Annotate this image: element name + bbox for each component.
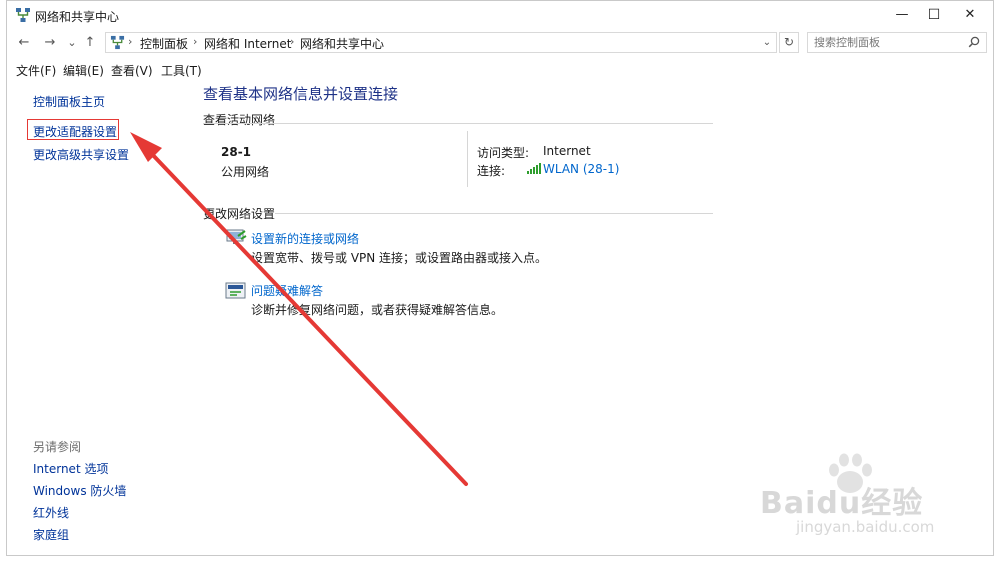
menu-edit[interactable]: 编辑(E) <box>63 62 104 79</box>
see-also-homegroup[interactable]: 家庭组 <box>33 526 69 543</box>
connection-link-wlan[interactable]: WLAN (28-1) <box>543 162 619 176</box>
sidebar-link-change-adapter-settings[interactable]: 更改适配器设置 <box>33 123 117 140</box>
refresh-button[interactable]: ↻ <box>779 32 799 53</box>
menu-tools[interactable]: 工具(T) <box>161 62 202 79</box>
see-also-heading: 另请参阅 <box>33 440 82 454</box>
control-panel-icon <box>110 35 125 50</box>
forward-button[interactable]: → <box>41 34 59 52</box>
wifi-signal-icon <box>527 163 541 174</box>
breadcrumb-separator: › <box>290 35 295 48</box>
menu-bar: 文件(F) 编辑(E) 查看(V) 工具(T) <box>7 59 993 79</box>
search-icon[interactable] <box>968 36 980 48</box>
troubleshoot-icon <box>225 282 246 299</box>
active-networks-label: 查看活动网络 <box>203 113 276 127</box>
search-input[interactable] <box>808 33 964 52</box>
breadcrumb[interactable]: › 控制面板 › 网络和 Internet › 网络和共享中心 ⌄ <box>105 32 777 53</box>
breadcrumb-separator: › <box>193 35 198 48</box>
breadcrumb-separator: › <box>128 35 133 48</box>
see-also-windows-firewall[interactable]: Windows 防火墙 <box>33 482 126 499</box>
network-center-icon <box>16 8 30 22</box>
task-link-setup-connection[interactable]: 设置新的连接或网络 <box>251 230 359 247</box>
access-type-label: 访问类型: <box>477 146 530 160</box>
sidebar-link-change-advanced-sharing[interactable]: 更改高级共享设置 <box>33 146 129 163</box>
network-category[interactable]: 公用网络 <box>221 163 269 180</box>
breadcrumb-sharing-center[interactable]: 网络和共享中心 <box>300 35 384 52</box>
recent-locations-button[interactable]: ⌄ <box>63 34 81 52</box>
breadcrumb-network-internet[interactable]: 网络和 Internet <box>204 35 291 52</box>
title-bar: 网络和共享中心 — ☐ ✕ <box>7 1 993 29</box>
see-also-infrared[interactable]: 红外线 <box>33 504 69 521</box>
menu-view[interactable]: 查看(V) <box>111 62 153 79</box>
network-divider <box>467 131 468 187</box>
address-bar: ← → ⌄ ↑ › 控制面板 › 网络和 Internet › 网络和共享中心 … <box>7 29 993 57</box>
back-button[interactable]: ← <box>15 34 33 52</box>
section-divider <box>275 213 713 214</box>
up-button[interactable]: ↑ <box>81 34 99 52</box>
watermark-url-text: jingyan.baidu.com <box>796 518 935 536</box>
network-setup-icon <box>226 229 247 244</box>
search-box[interactable] <box>807 32 987 53</box>
watermark-main-text: Baidu经验 <box>760 486 924 521</box>
close-button[interactable]: ✕ <box>947 1 993 29</box>
network-name: 28-1 <box>221 145 252 159</box>
task-desc-setup-connection: 设置宽带、拨号或 VPN 连接；或设置路由器或接入点。 <box>251 251 548 265</box>
breadcrumb-control-panel[interactable]: 控制面板 <box>140 35 188 52</box>
section-divider <box>203 123 713 124</box>
task-desc-troubleshoot: 诊断并修复网络问题，或者获得疑难解答信息。 <box>251 303 504 317</box>
menu-file[interactable]: 文件(F) <box>16 62 56 79</box>
address-dropdown-button[interactable]: ⌄ <box>758 33 776 52</box>
access-type-value: Internet <box>543 144 591 158</box>
page-title: 查看基本网络信息并设置连接 <box>203 85 399 103</box>
window-title: 网络和共享中心 <box>35 10 120 24</box>
sidebar-link-control-panel-home[interactable]: 控制面板主页 <box>33 93 105 110</box>
task-link-troubleshoot[interactable]: 问题疑难解答 <box>251 282 323 299</box>
change-settings-label: 更改网络设置 <box>203 207 276 221</box>
see-also-internet-options[interactable]: Internet 选项 <box>33 460 108 477</box>
sidebar: 控制面板主页 更改适配器设置 更改高级共享设置 另请参阅 Internet 选项… <box>7 79 197 555</box>
baidu-watermark: Baidu经验 jingyan.baidu.com <box>758 452 990 542</box>
connection-label: 连接: <box>477 164 506 178</box>
